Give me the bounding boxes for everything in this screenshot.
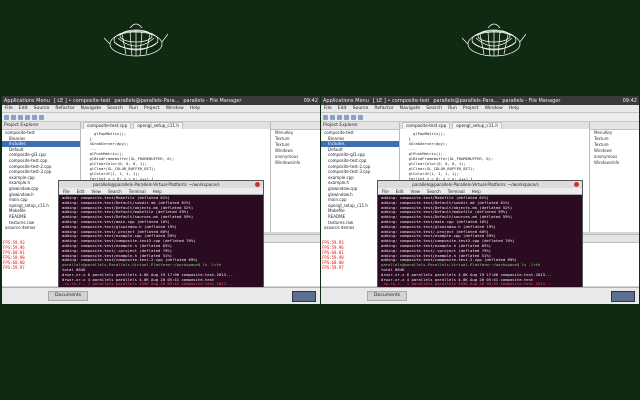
run-icon[interactable] <box>351 114 356 120</box>
menu-navigate[interactable]: Navigate <box>81 106 102 111</box>
menu-edit[interactable]: Edit <box>19 106 28 111</box>
terminal-menu-file[interactable]: File <box>63 189 70 194</box>
workspace-pager[interactable] <box>292 291 316 302</box>
terminal-title: parallels@parallels-Parallels-Virtual-Pl… <box>93 182 220 187</box>
menu-project[interactable]: Project <box>144 106 160 111</box>
panel-task-files[interactable]: parallels - File Manager <box>502 98 560 104</box>
applications-menu[interactable]: Applications Menu <box>4 98 50 104</box>
menu-search[interactable]: Search <box>107 106 123 111</box>
terminal-menu-view[interactable]: View <box>91 189 101 194</box>
taskbar-documents[interactable]: Documents <box>367 291 408 301</box>
fps-readout: FPS:59.93 FPS:59.96 FPS:60.01 FPS:59.98 FPS… <box>3 240 25 270</box>
terminal-menu-view[interactable]: View <box>410 189 420 194</box>
menu-run[interactable]: Run <box>129 106 138 111</box>
menu-help[interactable]: Help <box>509 106 519 111</box>
menu-bar: File Edit Source Refactor Navigate Searc… <box>2 105 320 113</box>
menu-refactor[interactable]: Refactor <box>374 106 393 111</box>
terminal-title: parallels@parallels-Parallels-Virtual-Pl… <box>412 182 539 187</box>
menu-project[interactable]: Project <box>463 106 479 111</box>
top-panel: Applications Menu [ LE ] • composite-tes… <box>321 96 639 105</box>
save-icon[interactable] <box>11 114 16 120</box>
terminal-menu-edit[interactable]: Edit <box>77 189 85 194</box>
stereo-stage: Applications Menu [ LE ] • composite-tes… <box>0 0 640 400</box>
new-icon[interactable] <box>4 114 9 120</box>
editor-tab[interactable]: composite-test.cpp <box>83 122 132 129</box>
new-icon[interactable] <box>323 114 328 120</box>
terminal-menu-help[interactable]: Help <box>153 189 162 194</box>
terminal-menu-edit[interactable]: Edit <box>396 189 404 194</box>
outline-view: MenuKey Texture Texture Windows anonymou… <box>270 122 320 232</box>
terminal-window[interactable]: parallels@parallels-Parallels-Virtual-Pl… <box>377 180 583 301</box>
ide-toolbar <box>321 113 639 122</box>
menu-edit[interactable]: Edit <box>338 106 347 111</box>
outline-item[interactable]: Windowsinfo <box>590 160 639 166</box>
menu-refactor[interactable]: Refactor <box>55 106 74 111</box>
panel-task-terminal[interactable]: parallels@parallels-Para... <box>433 98 498 104</box>
menu-run[interactable]: Run <box>448 106 457 111</box>
bottom-taskbar: Documents <box>321 287 639 304</box>
menu-navigate[interactable]: Navigate <box>400 106 421 111</box>
editor-tab[interactable]: composite-test.cpp <box>402 122 451 129</box>
ide-toolbar <box>2 113 320 122</box>
menu-source[interactable]: Source <box>353 106 369 111</box>
close-icon[interactable] <box>574 182 579 187</box>
panel-task-eclipse[interactable]: [ LE ] • composite-test <box>373 98 430 104</box>
panel-clock: 09:42 <box>303 97 318 104</box>
panel-task-terminal[interactable]: parallels@parallels-Para... <box>114 98 179 104</box>
terminal-menu-search[interactable]: Search <box>108 189 122 194</box>
terminal-menu-terminal[interactable]: Terminal <box>448 189 465 194</box>
menu-file[interactable]: File <box>324 106 332 111</box>
search-icon[interactable] <box>358 114 363 120</box>
teapot-wireframe-left <box>104 23 168 57</box>
taskbar-documents[interactable]: Documents <box>48 291 89 301</box>
terminal-menu-terminal[interactable]: Terminal <box>129 189 146 194</box>
desktop-screen-right: Applications Menu [ LE ] • composite-tes… <box>321 96 639 304</box>
workspace-pager[interactable] <box>611 291 635 302</box>
editor-tab[interactable]: opengl_setup_c11.h <box>452 122 503 129</box>
menu-window[interactable]: Window <box>166 106 184 111</box>
panel-task-eclipse[interactable]: [ LE ] • composite-test <box>54 98 111 104</box>
teapot-wireframe-right <box>462 23 526 57</box>
outline-item[interactable]: Windowsinfo <box>271 160 320 166</box>
menu-window[interactable]: Window <box>485 106 503 111</box>
terminal-menu-file[interactable]: File <box>382 189 389 194</box>
menu-source[interactable]: Source <box>34 106 50 111</box>
menu-search[interactable]: Search <box>426 106 442 111</box>
terminal-menu-search[interactable]: Search <box>427 189 441 194</box>
close-icon[interactable] <box>255 182 260 187</box>
search-icon[interactable] <box>39 114 44 120</box>
desktop-screen-left: Applications Menu [ LE ] • composite-tes… <box>2 96 320 304</box>
applications-menu[interactable]: Applications Menu <box>323 98 369 104</box>
run-icon[interactable] <box>32 114 37 120</box>
project-explorer-title: Project Explorer <box>2 122 80 130</box>
terminal-menu-help[interactable]: Help <box>472 189 481 194</box>
project-explorer-title: Project Explorer <box>321 122 399 130</box>
build-icon[interactable] <box>18 114 23 120</box>
menu-help[interactable]: Help <box>190 106 200 111</box>
editor-tab[interactable]: opengl_setup_c11.h <box>133 122 184 129</box>
bottom-taskbar: Documents <box>2 287 320 304</box>
terminal-window[interactable]: parallels@parallels-Parallels-Virtual-Pl… <box>58 180 264 301</box>
panel-clock: 09:42 <box>622 97 637 104</box>
outline-view: MenuKey Texture Texture Windows anonymou… <box>589 122 639 232</box>
save-icon[interactable] <box>330 114 335 120</box>
fps-readout: FPS:59.93 FPS:59.96 FPS:60.01 FPS:59.98 FPS… <box>322 240 344 270</box>
build-icon[interactable] <box>337 114 342 120</box>
panel-task-files[interactable]: parallels - File Manager <box>183 98 241 104</box>
top-panel: Applications Menu [ LE ] • composite-tes… <box>2 96 320 105</box>
debug-icon[interactable] <box>25 114 30 120</box>
menu-bar: File Edit Source Refactor Navigate Searc… <box>321 105 639 113</box>
debug-icon[interactable] <box>344 114 349 120</box>
menu-file[interactable]: File <box>5 106 13 111</box>
